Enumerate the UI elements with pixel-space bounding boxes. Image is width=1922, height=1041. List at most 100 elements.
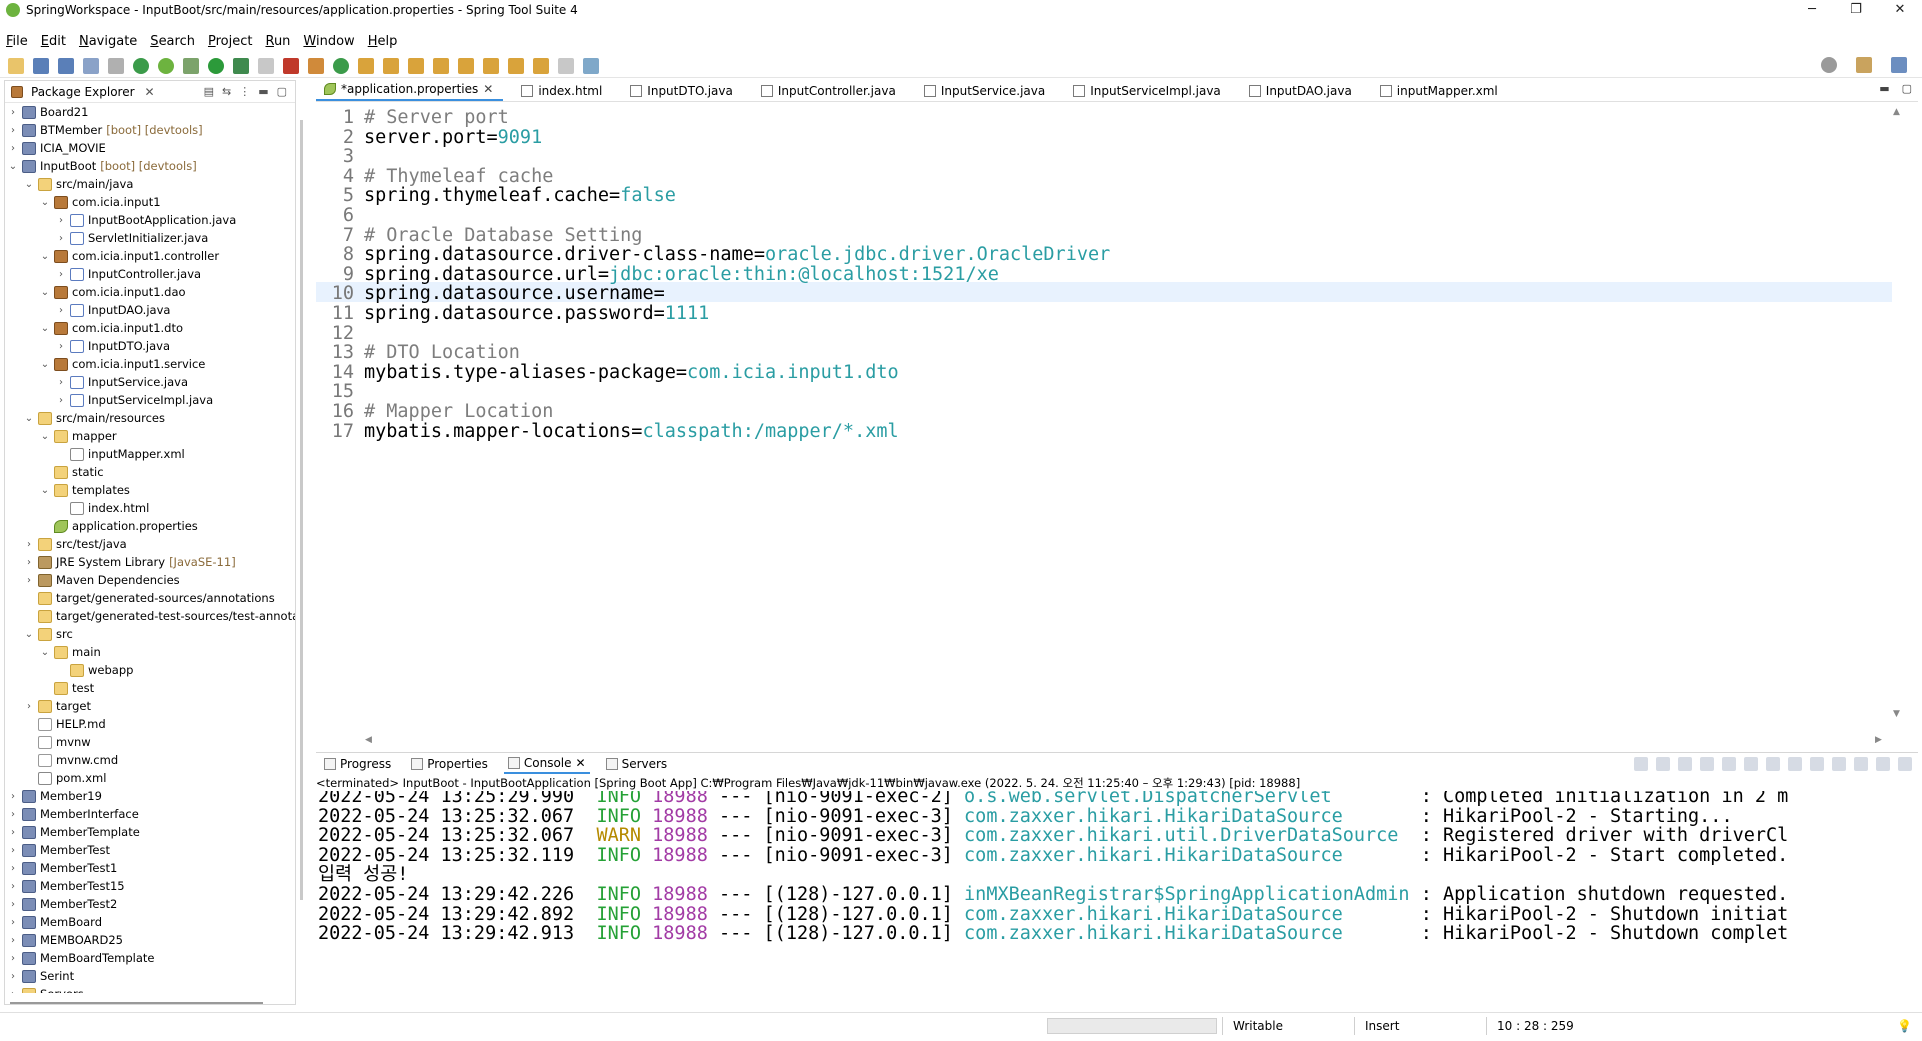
- menu-edit[interactable]: Edit: [41, 34, 66, 49]
- pin-editor-icon[interactable]: [583, 57, 599, 74]
- next-annotation-icon[interactable]: [458, 57, 474, 74]
- close-icon[interactable]: ✕: [145, 85, 155, 99]
- tree-item[interactable]: ⌄ com.icia.input1.dto: [39, 319, 183, 337]
- tree-item[interactable]: ⌄ com.icia.input1.service: [39, 355, 206, 373]
- tab-editor-file[interactable]: InputDAO.java: [1241, 84, 1362, 101]
- tree-item[interactable]: › MemberTemplate: [7, 823, 140, 841]
- tree-item[interactable]: target/generated-sources/annotations: [23, 589, 275, 607]
- new-package-icon[interactable]: [308, 57, 324, 74]
- menu-navigate[interactable]: Navigate: [79, 34, 137, 49]
- terminate-icon[interactable]: [1656, 757, 1670, 771]
- chevron-right-icon[interactable]: ›: [7, 863, 19, 874]
- tree-item[interactable]: › MemberTest1: [7, 859, 117, 877]
- tree-item[interactable]: pom.xml: [23, 769, 106, 787]
- tree-item[interactable]: › Member19: [7, 787, 102, 805]
- close-button[interactable]: ✕: [1878, 0, 1922, 20]
- chevron-right-icon[interactable]: ›: [7, 971, 19, 982]
- new-class-icon[interactable]: [333, 57, 349, 74]
- open-type-icon[interactable]: [358, 57, 374, 74]
- menu-project[interactable]: Project: [208, 34, 253, 49]
- scroll-left-arrow-icon[interactable]: ◀: [365, 735, 372, 743]
- tab-package-explorer[interactable]: Package Explorer ✕: [11, 85, 155, 99]
- tree-item[interactable]: target/generated-test-sources/test-annot…: [23, 607, 295, 625]
- tree-item[interactable]: › MemberTest: [7, 841, 110, 859]
- chevron-down-icon[interactable]: ⌄: [39, 359, 51, 370]
- close-tab-icon[interactable]: ✕: [576, 756, 586, 770]
- save-all-icon[interactable]: [58, 57, 74, 74]
- chevron-right-icon[interactable]: ›: [23, 557, 35, 568]
- code-line[interactable]: server.port=9091: [364, 126, 542, 150]
- tree-item[interactable]: static: [39, 463, 104, 481]
- tree-item[interactable]: ⌄ src/main/java: [23, 175, 134, 193]
- open-task-icon[interactable]: [383, 57, 399, 74]
- tab-editor-file[interactable]: InputController.java: [753, 84, 906, 101]
- tree-item[interactable]: › target: [23, 697, 91, 715]
- editor-hscrollbar[interactable]: ◀ ▶: [365, 733, 1885, 743]
- chevron-right-icon[interactable]: ›: [7, 989, 19, 994]
- print-icon[interactable]: [83, 57, 99, 74]
- tab-console[interactable]: Console ✕: [503, 754, 590, 774]
- menu-search[interactable]: Search: [150, 34, 195, 49]
- chevron-right-icon[interactable]: ›: [7, 125, 19, 136]
- maximize-editor-icon[interactable]: ▢: [1902, 82, 1912, 95]
- chevron-down-icon[interactable]: ⌄: [39, 647, 51, 658]
- pin-console-icon[interactable]: [1788, 757, 1802, 771]
- maximize-button[interactable]: ❐: [1834, 0, 1878, 20]
- run-external-tools-icon[interactable]: [233, 57, 249, 74]
- tree-item[interactable]: › src/test/java: [23, 535, 127, 553]
- close-tab-icon[interactable]: ✕: [483, 82, 493, 96]
- tree-item[interactable]: › BTMember [boot] [devtools]: [7, 121, 203, 139]
- tab-editor-file[interactable]: InputDTO.java: [622, 84, 743, 101]
- coverage-icon[interactable]: [283, 57, 299, 74]
- chevron-right-icon[interactable]: ›: [55, 269, 67, 280]
- tree-item[interactable]: › JRE System Library [JavaSE-11]: [23, 553, 236, 571]
- tab-editor-file[interactable]: InputServiceImpl.java: [1065, 84, 1231, 101]
- tab-editor-file[interactable]: InputService.java: [916, 84, 1055, 101]
- last-edit-icon[interactable]: [508, 57, 524, 74]
- chevron-right-icon[interactable]: ›: [55, 233, 67, 244]
- chevron-right-icon[interactable]: ›: [7, 845, 19, 856]
- view-menu-icon[interactable]: ⋮: [239, 85, 250, 98]
- tree-item[interactable]: › MemberTest15: [7, 877, 125, 895]
- scroll-right-arrow-icon[interactable]: ▶: [1875, 735, 1882, 743]
- tree-item[interactable]: › InputService.java: [55, 373, 188, 391]
- debug-icon[interactable]: [183, 57, 199, 74]
- run-icon[interactable]: [208, 57, 224, 74]
- chevron-down-icon[interactable]: ⌄: [39, 197, 51, 208]
- spring-icon[interactable]: [158, 57, 174, 74]
- tree-item[interactable]: › Servers: [7, 985, 84, 993]
- tab-properties[interactable]: Properties: [407, 755, 492, 773]
- chevron-right-icon[interactable]: ›: [7, 899, 19, 910]
- chevron-right-icon[interactable]: ›: [7, 881, 19, 892]
- open-file-icon[interactable]: [433, 57, 449, 74]
- tree-item[interactable]: application.properties: [39, 517, 198, 535]
- chevron-right-icon[interactable]: ›: [7, 809, 19, 820]
- chevron-right-icon[interactable]: ›: [55, 305, 67, 316]
- skip-breakpoints-icon[interactable]: [108, 57, 124, 74]
- chevron-right-icon[interactable]: ›: [7, 827, 19, 838]
- tree-item[interactable]: › InputServiceImpl.java: [55, 391, 213, 409]
- previous-annotation-icon[interactable]: [483, 57, 499, 74]
- display-console-icon[interactable]: [1810, 757, 1824, 771]
- show-on-output-icon[interactable]: [1766, 757, 1780, 771]
- chevron-down-icon[interactable]: ⌄: [39, 287, 51, 298]
- tree-item[interactable]: ⌄ com.icia.input1: [39, 193, 161, 211]
- tree-item[interactable]: › InputBootApplication.java: [55, 211, 236, 229]
- menu-window[interactable]: Window: [303, 34, 354, 49]
- chevron-down-icon[interactable]: ⌄: [23, 629, 35, 640]
- chevron-down-icon[interactable]: ⌄: [39, 323, 51, 334]
- scroll-down-arrow-icon[interactable]: ▼: [1893, 709, 1900, 719]
- tree-item[interactable]: test: [39, 679, 94, 697]
- link-editor-icon[interactable]: ⇆: [222, 85, 231, 98]
- chevron-down-icon[interactable]: ⌄: [7, 161, 19, 172]
- open-perspective-icon[interactable]: [1856, 57, 1872, 73]
- search-icon[interactable]: [1821, 57, 1837, 73]
- menu-help[interactable]: Help: [368, 34, 398, 49]
- package-explorer-scrollbar[interactable]: [300, 120, 303, 900]
- word-wrap-icon[interactable]: [1744, 757, 1758, 771]
- tree-item[interactable]: › MEMBOARD25: [7, 931, 123, 949]
- tree-item[interactable]: inputMapper.xml: [55, 445, 185, 463]
- tab-editor-file[interactable]: index.html: [513, 84, 612, 101]
- minimize-view-icon[interactable]: ▬: [258, 85, 268, 98]
- tree-item[interactable]: ⌄ templates: [39, 481, 130, 499]
